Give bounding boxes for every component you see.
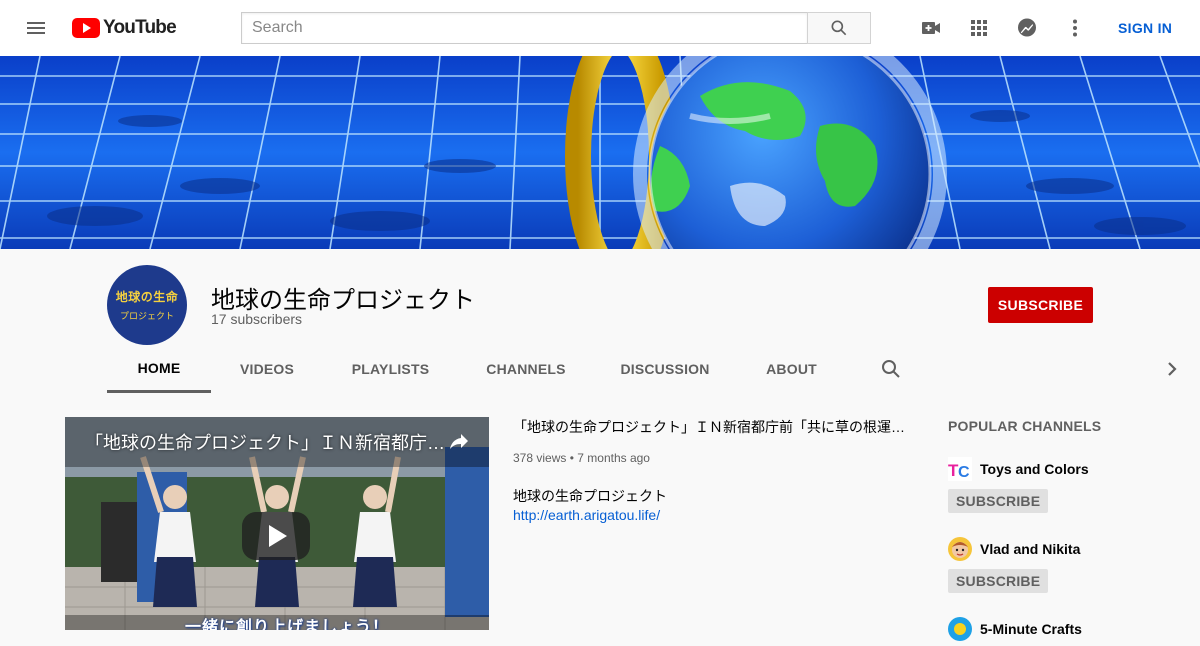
popular-channels-title[interactable]: POPULAR CHANNELS: [948, 418, 1101, 434]
svg-text:C: C: [958, 464, 970, 481]
channel-header: 地球の生命 プロジェクト 地球の生命プロジェクト 17 subscribers …: [0, 249, 1200, 393]
play-button[interactable]: [242, 512, 310, 560]
home-content: 「地球の生命プロジェクト」ＩＮ新宿都庁前「共に草の根運動 一緒に創り上げましょう…: [0, 393, 1200, 641]
video-description: 地球の生命プロジェクト: [513, 488, 667, 504]
youtube-logo[interactable]: YouTube: [72, 17, 177, 38]
description-link[interactable]: http://earth.arigatou.life/: [513, 507, 660, 523]
popular-channel-subscribe-button[interactable]: SUBSCRIBE: [948, 489, 1049, 513]
youtube-play-icon: [72, 18, 100, 38]
apps-icon[interactable]: [967, 16, 991, 40]
tab-discussion[interactable]: DISCUSSION: [594, 345, 736, 393]
popular-channel-name[interactable]: 5-Minute Crafts: [980, 621, 1082, 637]
channel-name: 地球の生命プロジェクト: [211, 287, 475, 314]
search-input[interactable]: [241, 12, 807, 44]
search-button[interactable]: [807, 12, 871, 44]
channel-search-icon[interactable]: [879, 357, 903, 381]
logo-text: YouTube: [103, 17, 177, 38]
popular-channel-name[interactable]: Vlad and Nikita: [980, 541, 1080, 557]
search-bar: [241, 12, 871, 44]
tab-playlists[interactable]: PLAYLISTS: [323, 345, 458, 393]
search-icon: [831, 20, 847, 36]
video-caption: 一緒に創り上げましょう！: [185, 619, 390, 630]
avatar-text: 地球の生命: [115, 290, 179, 304]
channel-avatar[interactable]: 地球の生命 プロジェクト: [107, 265, 187, 345]
tab-channels[interactable]: CHANNELS: [458, 345, 594, 393]
tab-about[interactable]: ABOUT: [736, 345, 847, 393]
share-icon[interactable]: [447, 429, 471, 453]
more-vert-icon[interactable]: [1063, 16, 1087, 40]
video-meta: 378 views • 7 months ago: [513, 451, 650, 465]
subscribe-button[interactable]: SUBSCRIBE: [988, 287, 1093, 323]
create-video-icon[interactable]: [919, 16, 943, 40]
vlad-and-nikita-avatar[interactable]: [948, 537, 972, 561]
upload-time: 7 months ago: [577, 451, 650, 465]
chevron-right-icon[interactable]: [1160, 357, 1184, 381]
popular-channel-subscribe-button[interactable]: SUBSCRIBE: [948, 569, 1049, 593]
5-minute-crafts-avatar[interactable]: [948, 617, 972, 641]
avatar-subtext: プロジェクト: [119, 312, 174, 322]
menu-icon[interactable]: [24, 16, 48, 40]
channel-banner: [0, 56, 1200, 249]
popular-channels: POPULAR CHANNELS TC Toys and Colors SUBS…: [948, 393, 1200, 641]
tab-home[interactable]: HOME: [107, 345, 211, 393]
featured-video-player[interactable]: 「地球の生命プロジェクト」ＩＮ新宿都庁前「共に草の根運動 一緒に創り上げましょう…: [65, 417, 489, 630]
masthead: YouTube SIGN IN: [0, 0, 1200, 56]
player-title[interactable]: 「地球の生命プロジェクト」ＩＮ新宿都庁前「共に草の根運動: [85, 429, 445, 455]
tab-videos[interactable]: VIDEOS: [211, 345, 323, 393]
view-count: 378 views: [513, 451, 567, 465]
toys-and-colors-avatar[interactable]: TC: [948, 457, 972, 481]
featured-video-title[interactable]: 「地球の生命プロジェクト」ＩＮ新宿都庁前「共に草の根運動を！」: [513, 417, 908, 437]
popular-channel-name[interactable]: Toys and Colors: [980, 461, 1089, 477]
sign-in-button[interactable]: SIGN IN: [1106, 14, 1184, 42]
subscriber-count: 17 subscribers: [211, 311, 303, 327]
messages-icon[interactable]: [1015, 16, 1039, 40]
